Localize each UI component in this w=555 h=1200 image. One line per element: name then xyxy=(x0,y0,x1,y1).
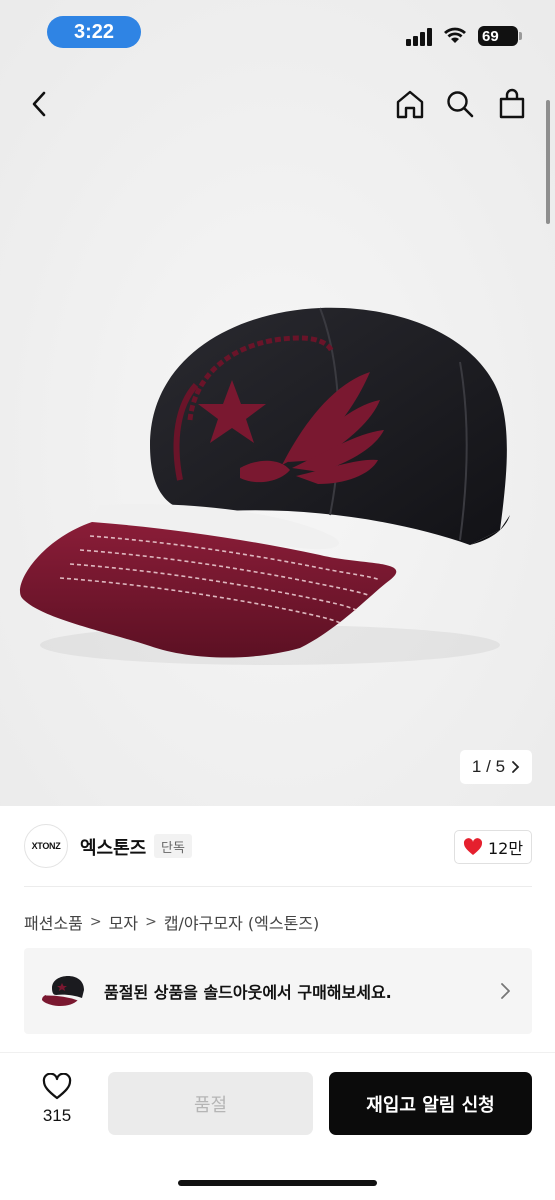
cap-thumbnail xyxy=(42,976,84,1006)
search-icon xyxy=(447,91,474,118)
brand-row: XTONZ 엑스톤즈 단독 12만 xyxy=(24,822,532,870)
exclusive-badge: 단독 xyxy=(154,834,192,858)
breadcrumb-item[interactable]: 모자 xyxy=(109,910,138,934)
cart-button[interactable] xyxy=(492,84,532,124)
breadcrumb-item[interactable]: 패션소품 xyxy=(24,910,83,934)
restock-alert-button[interactable]: 재입고 알림 신청 xyxy=(329,1072,532,1135)
home-icon xyxy=(396,90,424,119)
battery-indicator: 69 xyxy=(478,26,518,46)
status-bar: 3:22 69 xyxy=(0,0,555,64)
home-button[interactable] xyxy=(390,84,430,124)
battery-tip-icon xyxy=(519,32,522,40)
heart-filled-icon xyxy=(463,838,483,855)
brand-logo[interactable]: XTONZ xyxy=(24,824,68,868)
chevron-right-icon xyxy=(512,761,520,773)
breadcrumb-separator-icon: > xyxy=(89,914,102,930)
image-counter-current: 1 xyxy=(471,757,482,776)
search-button[interactable] xyxy=(440,84,480,124)
shopping-bag-icon xyxy=(499,88,525,119)
image-counter-total: 5 xyxy=(495,757,506,776)
brand-like-button[interactable]: 12만 xyxy=(454,830,532,864)
back-button[interactable] xyxy=(20,84,60,124)
cellular-signal-icon xyxy=(406,28,436,46)
home-indicator[interactable] xyxy=(178,1180,377,1186)
breadcrumb-separator-icon: > xyxy=(145,914,157,930)
chevron-left-icon xyxy=(32,91,46,117)
soldout-promo-text: 품절된 상품을 솔드아웃에서 구매해보세요. xyxy=(104,983,392,1002)
purchase-bar: 315 품절 재입고 알림 신청 xyxy=(0,1053,555,1200)
image-counter-separator: / xyxy=(486,757,491,776)
wifi-icon xyxy=(444,27,466,43)
battery-level: 69 xyxy=(482,27,499,45)
breadcrumb-item[interactable]: 캡/야구모자 (엑스톤즈) xyxy=(164,910,319,934)
scrollbar[interactable] xyxy=(546,100,550,224)
brand-logo-text: XTONZ xyxy=(31,841,61,851)
image-counter[interactable]: 1 / 5 xyxy=(460,750,532,784)
status-time: 3:22 xyxy=(47,16,141,48)
brand-name[interactable]: 엑스톤즈 xyxy=(80,834,146,860)
soldout-promo-banner[interactable]: 품절된 상품을 솔드아웃에서 구매해보세요. xyxy=(24,948,532,1034)
heart-outline-icon xyxy=(42,1072,72,1100)
chevron-right-icon xyxy=(501,983,510,999)
wishlist-count: 315 xyxy=(42,1106,72,1125)
brand-like-count: 12만 xyxy=(487,839,524,858)
divider xyxy=(24,886,532,887)
soldout-button: 품절 xyxy=(108,1072,313,1135)
wishlist-button[interactable]: 315 xyxy=(32,1072,82,1133)
breadcrumb: 패션소품 > 모자 > 캡/야구모자 (엑스톤즈) xyxy=(24,910,319,934)
